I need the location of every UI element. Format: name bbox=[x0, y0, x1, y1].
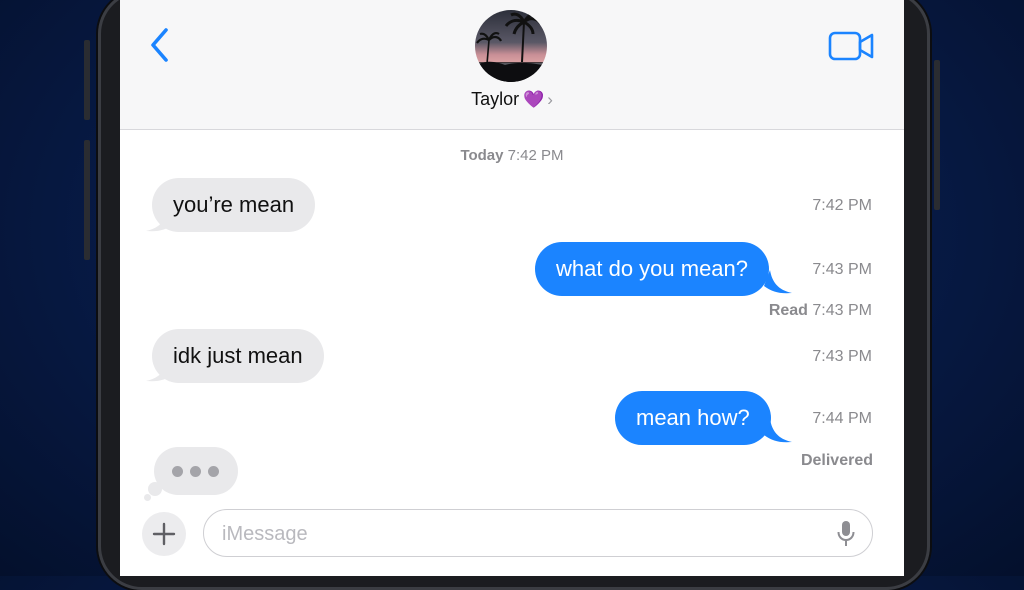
messages-screen: Taylor 💜 › Today 7:42 PM you’re mean 7:42 … bbox=[120, 0, 904, 576]
delivered-label: Delivered bbox=[800, 452, 873, 469]
phone-side-button bbox=[84, 140, 90, 260]
delivered-receipt: Delivered bbox=[653, 452, 873, 470]
back-button[interactable] bbox=[146, 26, 176, 66]
contact-name-button[interactable]: Taylor 💜 › bbox=[120, 89, 904, 110]
microphone-icon bbox=[837, 521, 855, 546]
typing-dot bbox=[208, 466, 219, 477]
conversation-header: Taylor 💜 › bbox=[120, 0, 904, 130]
contact-avatar[interactable] bbox=[475, 10, 547, 82]
message-timestamp: 7:43 PM bbox=[812, 348, 872, 365]
typing-indicator-tail bbox=[144, 494, 151, 501]
add-attachment-button[interactable] bbox=[142, 512, 186, 556]
phone-side-button bbox=[84, 40, 90, 120]
chevron-left-icon bbox=[151, 28, 168, 62]
message-input[interactable]: iMessage bbox=[203, 509, 873, 557]
read-receipt: Read 7:43 PM bbox=[652, 302, 872, 320]
incoming-message-bubble[interactable]: you’re mean bbox=[152, 178, 316, 232]
date-time: 7:42 PM bbox=[507, 147, 564, 164]
message-timestamp: 7:42 PM bbox=[812, 197, 872, 214]
read-time: 7:43 PM bbox=[812, 302, 872, 319]
phone-side-button bbox=[934, 60, 940, 210]
purple-heart-emoji: 💜 bbox=[523, 90, 545, 109]
contact-name: Taylor bbox=[471, 89, 520, 109]
dictation-button[interactable] bbox=[836, 520, 856, 548]
incoming-message-bubble[interactable]: idk just mean bbox=[152, 329, 324, 383]
chevron-right-icon: › bbox=[547, 90, 553, 109]
date-day: Today bbox=[460, 147, 504, 164]
message-timestamp: 7:44 PM bbox=[812, 410, 872, 427]
typing-dot bbox=[190, 466, 201, 477]
video-camera-icon bbox=[828, 31, 874, 61]
plus-icon bbox=[152, 522, 176, 546]
message-input-placeholder: iMessage bbox=[222, 523, 308, 545]
facetime-video-button[interactable] bbox=[828, 30, 876, 62]
typing-dot bbox=[172, 466, 183, 477]
typing-indicator bbox=[154, 447, 238, 495]
message-timestamp: 7:43 PM bbox=[812, 261, 872, 278]
read-label: Read bbox=[768, 302, 808, 319]
thread-date-label: Today 7:42 PM bbox=[120, 147, 904, 164]
